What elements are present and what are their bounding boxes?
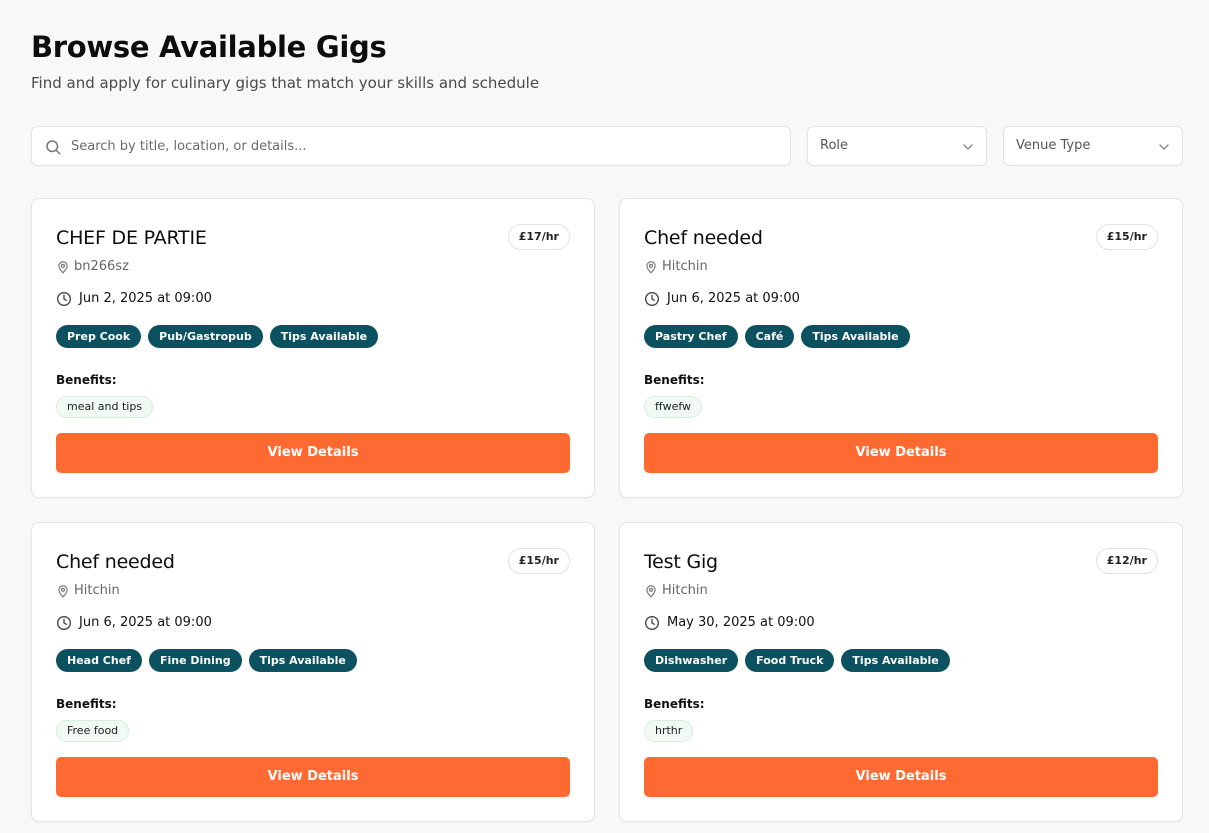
clock-icon [57, 616, 71, 630]
tag-list: Pastry Chef Café Tips Available [644, 325, 910, 348]
clock-icon [57, 292, 71, 306]
venue-type-select[interactable]: Venue Type [1003, 126, 1183, 166]
date-text: Jun 6, 2025 at 09:00 [79, 615, 212, 630]
tag-list: Dishwasher Food Truck Tips Available [644, 649, 950, 672]
benefits-label: Benefits: [56, 697, 117, 711]
gig-title: Chef needed [644, 227, 763, 249]
location-text: Hitchin [662, 583, 708, 598]
role-tag: Prep Cook [56, 325, 142, 348]
tips-tag: Tips Available [801, 325, 910, 348]
tag-list: Head Chef Fine Dining Tips Available [56, 649, 357, 672]
map-pin-icon [58, 585, 68, 598]
map-pin-icon [58, 261, 68, 274]
gig-card: Chef needed £15/hr Hitchin Jun 6, 2025 a… [619, 198, 1183, 498]
gig-card: Chef needed £15/hr Hitchin Jun 6, 2025 a… [31, 522, 595, 822]
tips-tag: Tips Available [269, 325, 379, 348]
gig-card: Test Gig £12/hr Hitchin May 30, 2025 at … [619, 522, 1183, 822]
map-pin-icon [646, 585, 656, 598]
rate-badge: £12/hr [1095, 548, 1158, 574]
venue-tag: Food Truck [745, 649, 835, 672]
search-icon [46, 140, 61, 155]
venue-tag: Fine Dining [148, 649, 242, 672]
venue-type-select-label: Venue Type [1016, 138, 1091, 153]
location-text: bn266sz [74, 259, 129, 274]
view-details-button[interactable]: View Details [644, 433, 1158, 473]
role-select-label: Role [820, 138, 849, 153]
chevron-down-icon [963, 144, 973, 150]
role-tag: Dishwasher [644, 649, 739, 672]
clock-icon [645, 616, 659, 630]
gig-title: CHEF DE PARTIE [56, 227, 207, 249]
page-subtitle: Find and apply for culinary gigs that ma… [31, 74, 540, 92]
tips-tag: Tips Available [841, 649, 950, 672]
gig-title: Chef needed [56, 551, 175, 573]
gig-card: CHEF DE PARTIE £17/hr bn266sz Jun 2, 202… [31, 198, 595, 498]
venue-tag: Café [744, 325, 795, 348]
view-details-button[interactable]: View Details [644, 757, 1158, 797]
benefits-label: Benefits: [644, 697, 705, 711]
benefit-chip: meal and tips [56, 396, 154, 418]
benefit-chip: Free food [56, 720, 130, 742]
location-text: Hitchin [662, 259, 708, 274]
page: Browse Available Gigs Find and apply for… [0, 0, 1209, 833]
tag-list: Prep Cook Pub/Gastropub Tips Available [56, 325, 379, 348]
page-title: Browse Available Gigs [31, 30, 387, 64]
benefits-label: Benefits: [56, 373, 117, 387]
benefits-label: Benefits: [644, 373, 705, 387]
benefit-chip: ffwefw [644, 396, 703, 418]
location-text: Hitchin [74, 583, 120, 598]
role-select[interactable]: Role [807, 126, 987, 166]
venue-tag: Pub/Gastropub [148, 325, 263, 348]
view-details-button[interactable]: View Details [56, 757, 570, 797]
gig-title: Test Gig [644, 551, 718, 573]
role-tag: Pastry Chef [644, 325, 738, 348]
rate-badge: £17/hr [507, 224, 570, 250]
clock-icon [645, 292, 659, 306]
chevron-down-icon [1159, 144, 1169, 150]
search-box[interactable] [31, 126, 791, 166]
date-text: Jun 6, 2025 at 09:00 [667, 291, 800, 306]
map-pin-icon [646, 261, 656, 274]
search-input[interactable] [71, 127, 781, 165]
benefit-chip: hrthr [644, 720, 694, 742]
view-details-button[interactable]: View Details [56, 433, 570, 473]
date-text: May 30, 2025 at 09:00 [667, 615, 815, 630]
role-tag: Head Chef [56, 649, 142, 672]
tips-tag: Tips Available [248, 649, 357, 672]
date-text: Jun 2, 2025 at 09:00 [79, 291, 212, 306]
rate-badge: £15/hr [507, 548, 570, 574]
rate-badge: £15/hr [1095, 224, 1158, 250]
